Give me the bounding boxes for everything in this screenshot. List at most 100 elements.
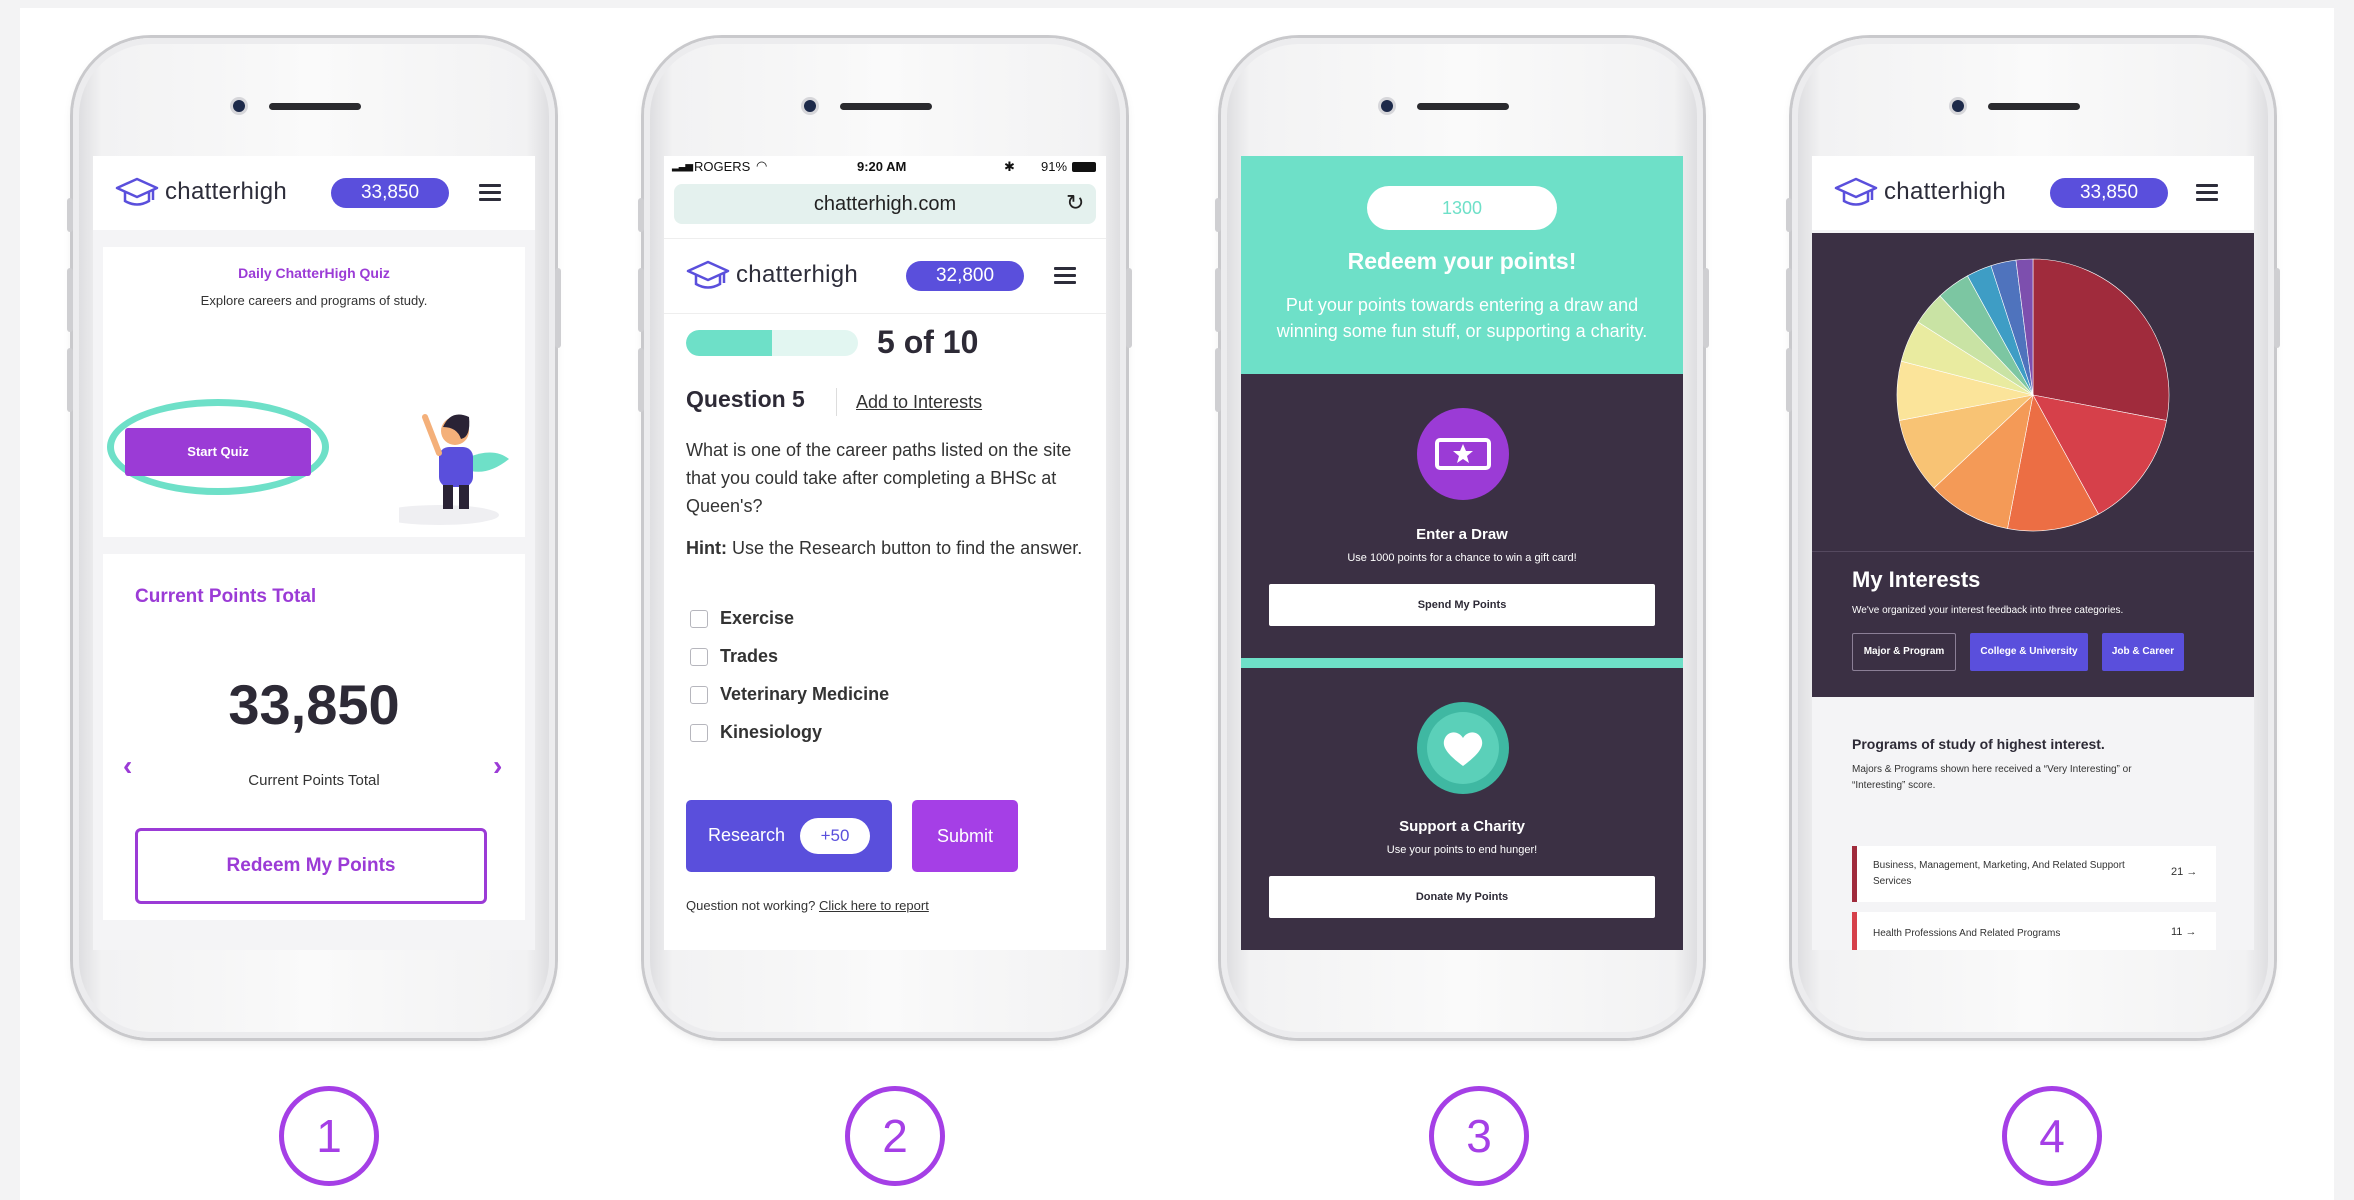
logo[interactable]: chatterhigh	[1834, 174, 2006, 210]
option-item[interactable]: Trades	[690, 646, 889, 684]
programs-text: Majors & Programs shown here received a …	[1852, 764, 2132, 791]
hamburger-menu-icon[interactable]	[479, 184, 501, 202]
clock: 9:20 AM	[857, 159, 907, 174]
points-badge[interactable]: 33,850	[2050, 178, 2168, 208]
screen-4: chatterhigh 33,850 My Interests We've or…	[1812, 156, 2254, 950]
step-number-3: 3	[1429, 1086, 1529, 1186]
points-heading: Current Points Total	[135, 586, 317, 607]
speaker	[1988, 103, 2080, 110]
points-badge[interactable]: 33,850	[331, 178, 449, 208]
draw-text: Use 1000 points for a chance to win a gi…	[1347, 552, 1577, 564]
report-link[interactable]: Click here to report	[819, 898, 929, 913]
option-label: Veterinary Medicine	[720, 684, 890, 704]
answer-options: Exercise Trades Veterinary Medicine Kine…	[690, 608, 889, 760]
navbar: chatterhigh 33,850	[1812, 156, 2254, 230]
checkbox[interactable]	[690, 610, 708, 629]
report-prefix: Question not working?	[686, 898, 816, 913]
tab-major-program[interactable]: Major & Program	[1852, 633, 1956, 671]
logo[interactable]: chatterhigh	[115, 174, 287, 210]
title-divider	[836, 388, 837, 416]
navbar: chatterhigh 33,850	[93, 156, 535, 230]
charity-title: Support a Charity	[1399, 818, 1525, 835]
option-label: Exercise	[720, 608, 795, 628]
interests-panel: My Interests We've organized your intere…	[1812, 233, 2254, 697]
charity-section: Support a Charity Use your points to end…	[1241, 668, 1683, 950]
research-button[interactable]: Research +50	[686, 800, 892, 872]
url-bar[interactable]: chatterhigh.com ↻	[674, 184, 1096, 224]
points-badge: 1300	[1367, 186, 1557, 230]
speaker	[1417, 103, 1509, 110]
checkbox[interactable]	[690, 686, 708, 705]
phone-2: ▂▃▅ ROGERS ◠ 9:20 AM ✱ 91% chatterhigh.c…	[638, 38, 1132, 1038]
spend-points-button[interactable]: Spend My Points	[1269, 584, 1655, 626]
speaker	[840, 103, 932, 110]
tab-job-career[interactable]: Job & Career	[2102, 633, 2184, 671]
brand-name: chatterhigh	[165, 178, 288, 205]
section-divider	[1241, 658, 1683, 668]
home-area	[93, 938, 535, 1018]
screen-1: chatterhigh 33,850 Daily ChatterHigh Qui…	[93, 156, 535, 950]
carrier: ROGERS	[694, 159, 751, 174]
progress-fill	[686, 330, 772, 356]
arrow-right-icon: →	[2185, 926, 2197, 938]
panel-divider	[1812, 551, 2254, 552]
front-camera	[1381, 100, 1393, 112]
signal-icon: ▂▃▅	[672, 161, 693, 172]
checkbox[interactable]	[690, 648, 708, 667]
option-item[interactable]: Veterinary Medicine	[690, 684, 889, 722]
points-badge[interactable]: 32,800	[906, 261, 1024, 291]
add-to-interests-link[interactable]: Add to Interests	[856, 392, 982, 413]
donate-points-button[interactable]: Donate My Points	[1269, 876, 1655, 918]
hamburger-menu-icon[interactable]	[2196, 184, 2218, 202]
url-text: chatterhigh.com	[813, 193, 957, 215]
checkbox[interactable]	[690, 724, 708, 743]
reload-icon[interactable]: ↻	[1066, 190, 1084, 216]
interests-text: We've organized your interest feedback i…	[1852, 605, 2124, 616]
research-bonus-badge: +50	[800, 818, 870, 854]
heart-icon	[1417, 702, 1509, 794]
navbar: chatterhigh 32,800	[664, 238, 1106, 314]
quiz-subtitle: Explore careers and programs of study.	[200, 293, 428, 308]
question-title: Question 5	[686, 386, 805, 412]
step-number-4: 4	[2002, 1086, 2102, 1186]
status-bar: ▂▃▅ ROGERS ◠ 9:20 AM ✱ 91%	[664, 156, 1106, 178]
hint-label: Hint:	[686, 538, 727, 558]
phone-4: chatterhigh 33,850 My Interests We've or…	[1786, 38, 2280, 1038]
research-label: Research	[708, 825, 786, 845]
mascot-illustration	[399, 414, 509, 525]
count-value: 21	[2171, 866, 2184, 878]
bluetooth-icon: ✱	[1004, 159, 1015, 174]
hamburger-menu-icon[interactable]	[1054, 267, 1076, 285]
redeem-points-button[interactable]: Redeem My Points	[135, 828, 487, 904]
home-area	[1241, 938, 1683, 1018]
tab-college-university[interactable]: College & University	[1970, 633, 2088, 671]
draw-section: Enter a Draw Use 1000 points for a chanc…	[1241, 374, 1683, 658]
wifi-icon: ◠	[756, 158, 768, 173]
progress-bar	[686, 330, 858, 356]
redeem-subtitle: Put your points towards entering a draw …	[1276, 295, 1648, 341]
step-number-1: 1	[279, 1086, 379, 1186]
step-number-2: 2	[845, 1086, 945, 1186]
option-item[interactable]: Exercise	[690, 608, 889, 646]
front-camera	[1952, 100, 1964, 112]
speaker	[269, 103, 361, 110]
brand-name: chatterhigh	[736, 261, 859, 288]
programs-title: Programs of study of highest interest.	[1852, 736, 2105, 752]
pie-slice	[2032, 258, 2170, 421]
submit-button[interactable]: Submit	[912, 800, 1018, 872]
program-count: 21 →	[2171, 866, 2197, 878]
program-name: Business, Management, Marketing, And Rel…	[1873, 860, 2125, 887]
quiz-title: Daily ChatterHigh Quiz	[238, 265, 390, 281]
points-value: 33,850	[228, 673, 400, 736]
graduation-cap-icon	[686, 260, 730, 289]
phone-3: 1300 Redeem your points! Put your points…	[1215, 38, 1709, 1038]
logo[interactable]: chatterhigh	[686, 257, 858, 293]
battery-icon	[1072, 162, 1096, 172]
start-quiz-button[interactable]: Start Quiz	[125, 428, 311, 476]
graduation-cap-icon	[1834, 177, 1878, 206]
brand-name: chatterhigh	[1884, 178, 2007, 205]
hint: Hint: Use the Research button to find th…	[686, 534, 1088, 562]
program-row[interactable]: Business, Management, Marketing, And Rel…	[1852, 846, 2216, 902]
option-item[interactable]: Kinesiology	[690, 722, 889, 760]
front-camera	[804, 100, 816, 112]
